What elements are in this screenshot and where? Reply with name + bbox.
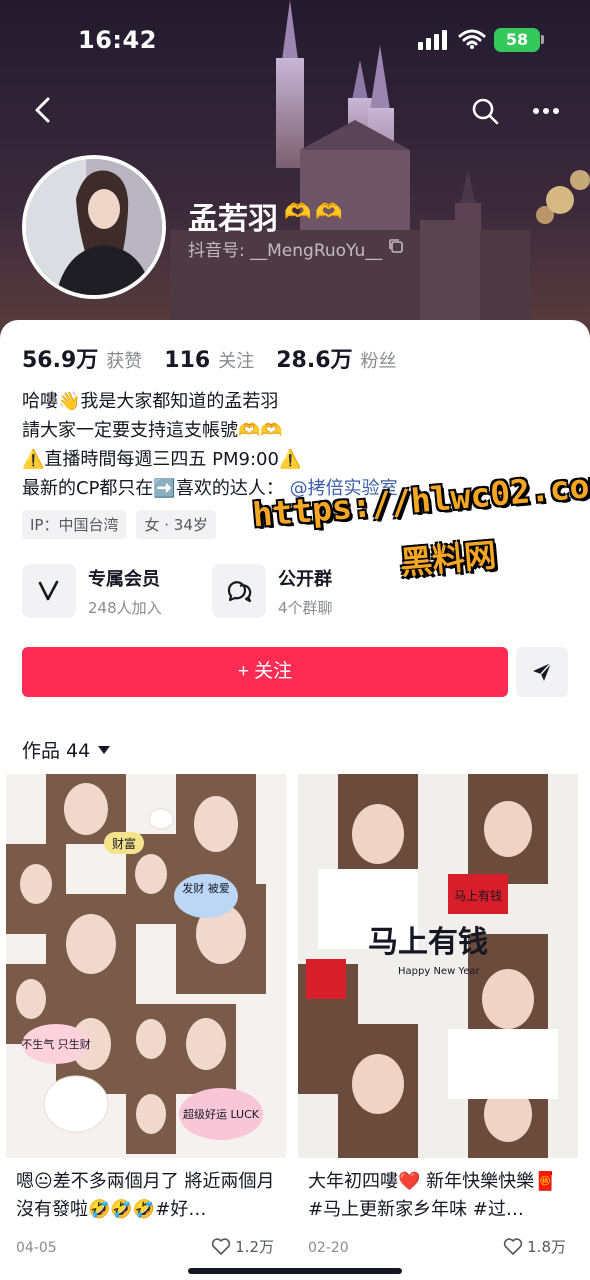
membership-feature[interactable]: 专属会员 248人加入 (22, 564, 162, 618)
group-chat-feature[interactable]: 公开群 4个群聊 (212, 564, 333, 618)
sticker-text: 马上有钱 (368, 925, 488, 960)
profile-banner: 16:42 58 孟若羽 🫶🫶 抖音号: __MengRuoYu__ (0, 0, 590, 340)
followers-count[interactable]: 28.6万 (276, 342, 352, 374)
chevron-down-icon (98, 745, 111, 754)
likes-count[interactable]: 56.9万 (22, 342, 98, 374)
thumbnail-collage-image: 财富 发财 被爱 不生气 只生财 超级好运 LUCK (6, 774, 286, 1158)
following-count[interactable]: 116 (164, 348, 210, 373)
video-thumbnail: 马上有钱 马上有钱 Happy New Year (298, 774, 578, 1158)
video-card[interactable]: 马上有钱 马上有钱 Happy New Year 大年初四嘍❤️ 新年快樂快樂🧧… (292, 774, 580, 1264)
bio-line-text: 最新的CP都只在➡️喜欢的达人： (22, 478, 284, 499)
status-time: 16:42 (78, 26, 157, 54)
likes-label[interactable]: 获赞 (106, 347, 142, 373)
gender-age-tag: 女 · 34岁 (136, 510, 216, 539)
sticker-text: Happy New Year (398, 966, 480, 977)
works-tab-label: 作品 44 (22, 740, 91, 762)
bio-line: 哈嘍👋我是大家都知道的孟若羽 (22, 391, 279, 412)
followers-label[interactable]: 粉丝 (361, 347, 397, 373)
membership-icon (22, 564, 76, 618)
profile-name: 孟若羽 (188, 202, 278, 237)
name-emoji: 🫶🫶 (284, 200, 347, 225)
back-arrow-icon[interactable] (28, 94, 60, 126)
video-likes[interactable]: 1.2万 (211, 1236, 274, 1257)
sticker-text: 马上有钱 (454, 888, 502, 903)
douyin-id: 抖音号: __MengRuoYu__ (188, 241, 383, 261)
search-icon[interactable] (470, 96, 500, 126)
bio-line: 請大家一定要支持這支帳號🫶🫶 (22, 420, 283, 441)
group-chat-icon (212, 564, 266, 618)
video-caption: 嗯😐差不多兩個月了 將近兩個月沒有發啦🤣🤣🤣#好… (16, 1171, 275, 1220)
profile-stats: 56.9万 获赞 116 关注 28.6万 粉丝 (22, 342, 419, 374)
battery-tip (541, 35, 544, 44)
sticker-text: 发财 被爱 (182, 881, 230, 895)
battery-level: 58 (494, 28, 540, 52)
group-chat-title: 公开群 (278, 568, 332, 590)
sticker-text: 财富 (112, 836, 136, 851)
thumbnail-new-year-image: 马上有钱 马上有钱 Happy New Year (298, 774, 578, 1158)
sticker-text: 超级好运 LUCK (183, 1107, 260, 1121)
status-bar: 16:42 58 (0, 0, 590, 80)
cellular-signal-icon (418, 30, 447, 50)
bio-line: ⚠️直播時間每週三四五 PM9:00⚠️ (22, 449, 302, 470)
following-label[interactable]: 关注 (218, 347, 254, 373)
heart-icon (211, 1237, 231, 1255)
video-caption: 大年初四嘍❤️ 新年快樂快樂🧧#马上更新家乡年味 #过… (308, 1171, 557, 1220)
group-chat-count: 4个群聊 (278, 598, 333, 617)
membership-count: 248人加入 (88, 598, 162, 617)
video-card[interactable]: 财富 发财 被爱 不生气 只生财 超级好运 LUCK 嗯😐差不多兩個月了 將近兩… (0, 774, 288, 1264)
send-icon (533, 662, 552, 681)
ip-location-tag: IP：中国台湾 (22, 510, 127, 539)
video-date: 04-05 (16, 1240, 57, 1256)
heart-icon (503, 1237, 523, 1255)
video-date: 02-20 (308, 1240, 349, 1256)
send-message-button[interactable] (516, 647, 568, 697)
works-tab[interactable]: 作品 44 (22, 736, 111, 763)
likes-count: 1.2万 (235, 1238, 274, 1256)
watermark-site-name: 黑料网 (398, 535, 498, 583)
sticker-text: 不生气 只生财 (21, 1037, 91, 1051)
more-options-icon[interactable] (530, 96, 562, 126)
copy-icon[interactable] (388, 238, 404, 254)
follow-button[interactable]: + 关注 (22, 647, 508, 697)
profile-tags: IP：中国台湾 女 · 34岁 (22, 510, 216, 539)
avatar[interactable] (22, 155, 166, 299)
video-likes[interactable]: 1.8万 (503, 1236, 566, 1257)
avatar-photo (26, 159, 162, 295)
home-indicator[interactable] (188, 1268, 402, 1274)
wifi-icon (458, 29, 486, 49)
video-thumbnail: 财富 发财 被爱 不生气 只生财 超级好运 LUCK (6, 774, 286, 1158)
membership-title: 专属会员 (88, 568, 160, 590)
likes-count: 1.8万 (527, 1238, 566, 1256)
